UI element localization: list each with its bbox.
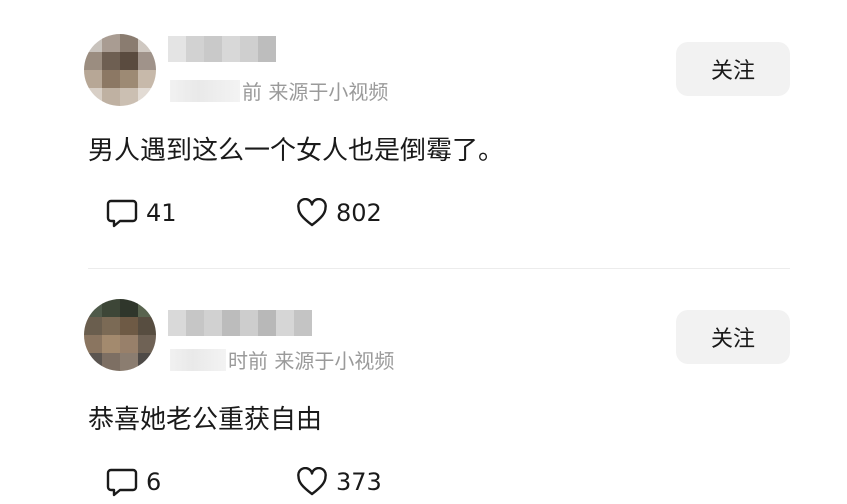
reply-count: 41	[146, 199, 177, 227]
comment-bubble-icon	[106, 198, 138, 228]
meta-text: 前 来源于小视频	[242, 80, 389, 104]
heart-outline-icon	[296, 467, 328, 497]
heart-outline-icon	[296, 198, 328, 228]
like-button[interactable]: 373	[296, 467, 382, 497]
username-blurred[interactable]	[168, 310, 312, 336]
comment-bubble-icon	[106, 467, 138, 497]
comment-meta: 前 来源于小视频	[170, 76, 388, 105]
timestamp-blurred	[170, 348, 226, 371]
comment-actions: 41 802	[106, 198, 382, 228]
timestamp-blurred	[170, 79, 240, 102]
follow-button[interactable]: 关注	[676, 42, 790, 96]
reply-button[interactable]: 41	[106, 198, 296, 228]
reply-button[interactable]: 6	[106, 467, 296, 497]
comment-text: 恭喜她老公重获自由	[88, 405, 323, 435]
like-count: 802	[336, 199, 382, 227]
meta-text: 时前 来源于小视频	[228, 349, 395, 373]
comment-actions: 6 373	[106, 467, 382, 497]
divider	[88, 268, 790, 269]
reply-count: 6	[146, 468, 162, 496]
username-blurred[interactable]	[168, 36, 276, 62]
follow-button[interactable]: 关注	[676, 310, 790, 364]
like-count: 373	[336, 468, 382, 496]
avatar[interactable]	[84, 34, 156, 106]
comment-meta: 时前 来源于小视频	[170, 345, 394, 374]
avatar[interactable]	[84, 299, 156, 371]
like-button[interactable]: 802	[296, 198, 382, 228]
comment-text: 男人遇到这么一个女人也是倒霉了。	[88, 136, 505, 166]
